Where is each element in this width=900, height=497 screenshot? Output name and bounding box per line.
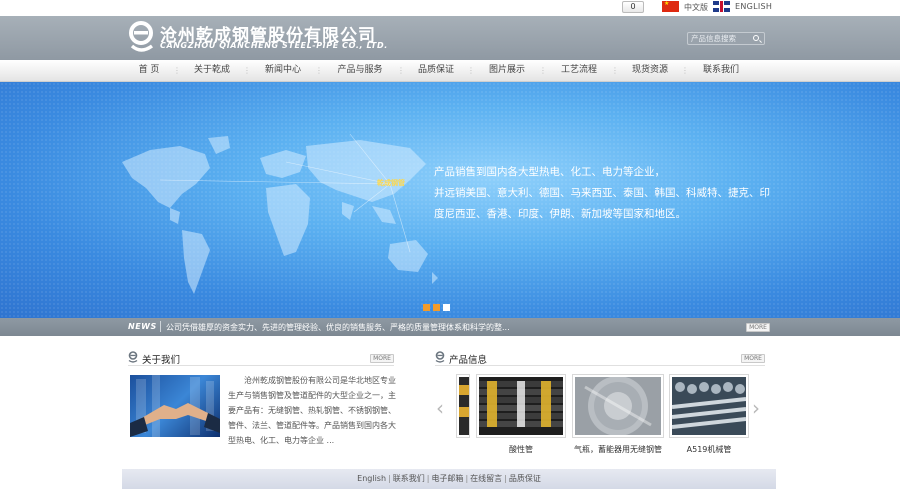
nav-separator: ⋮ bbox=[173, 66, 181, 75]
nav-separator: ⋮ bbox=[681, 66, 689, 75]
section-logo-icon bbox=[128, 351, 138, 363]
nav-item-quality[interactable]: 品质保证 bbox=[405, 60, 467, 82]
news-more-button[interactable]: MORE bbox=[746, 323, 770, 332]
nav-separator: ⋮ bbox=[315, 66, 323, 75]
news-ticker: NEWS 公司凭借雄厚的资金实力、先进的管理经验、优良的销售服务、严格的质量管理… bbox=[0, 318, 900, 336]
carousel-next-icon[interactable]: › bbox=[752, 396, 760, 420]
nav-separator: ⋮ bbox=[243, 66, 251, 75]
nav-separator: ⋮ bbox=[397, 66, 405, 75]
footer-link-english[interactable]: English bbox=[357, 474, 386, 483]
footer-link-quality[interactable]: 品质保证 bbox=[509, 474, 541, 483]
product-caption-acid-pipe[interactable]: 酸性管 bbox=[476, 444, 566, 455]
search-icon[interactable] bbox=[753, 35, 759, 41]
section-logo-icon bbox=[435, 351, 445, 363]
footer-link-message[interactable]: 在线留言 bbox=[470, 474, 502, 483]
banner-text: 产品销售到国内各大型热电、化工、电力等企业， 并远销美国、意大利、德国、马来西亚… bbox=[434, 162, 779, 225]
slider-dot-2[interactable] bbox=[433, 304, 440, 311]
products-section-title: 产品信息 bbox=[449, 355, 488, 366]
nav-item-about[interactable]: 关于乾成 bbox=[181, 60, 243, 82]
map-location-label: 乾成钢管 bbox=[377, 179, 405, 187]
banner-line-1: 产品销售到国内各大型热电、化工、电力等企业， bbox=[434, 166, 665, 178]
nav-item-gallery[interactable]: 图片展示 bbox=[475, 60, 539, 82]
nav-item-news[interactable]: 新闻中心 bbox=[251, 60, 315, 82]
nav-item-contact[interactable]: 联系我们 bbox=[689, 60, 753, 82]
nav-item-process[interactable]: 工艺流程 bbox=[547, 60, 611, 82]
product-caption-cylinder-pipe[interactable]: 气瓶，蓄能器用无缝钢管 bbox=[566, 444, 670, 455]
nav-item-products[interactable]: 产品与服务 bbox=[323, 60, 397, 82]
product-caption-a519-tube[interactable]: A519机械管 bbox=[669, 444, 749, 455]
product-thumb-acid-pipe[interactable] bbox=[476, 374, 566, 438]
company-logo-icon bbox=[129, 21, 154, 52]
world-map-graphic bbox=[122, 133, 438, 294]
site-header: 沧州乾成钢管股份有限公司 CANGZHOU QIANCHENG STEEL-PI… bbox=[0, 16, 900, 60]
products-more-button[interactable]: MORE bbox=[741, 354, 765, 363]
news-headline-link[interactable]: 公司凭借雄厚的资金实力、先进的管理经验、优良的销售服务、严格的质量管理体系和科学… bbox=[166, 322, 510, 333]
visitor-counter: 0 bbox=[622, 1, 644, 13]
about-more-button[interactable]: MORE bbox=[370, 354, 394, 363]
top-utility-bar: 0 中文版 ENGLISH bbox=[0, 0, 900, 16]
company-name-en: CANGZHOU QIANCHENG STEEL-PIPE CO., LTD. bbox=[160, 41, 388, 50]
footer-link-contact[interactable]: 联系我们 bbox=[393, 474, 425, 483]
about-summary: 沧州乾成钢管股份有限公司是华北地区专业生产与销售钢管及管道配件的大型企业之一，主… bbox=[228, 376, 396, 445]
product-thumb-partial[interactable] bbox=[456, 374, 470, 438]
nav-separator: ⋮ bbox=[539, 66, 547, 75]
china-flag-icon[interactable] bbox=[662, 0, 679, 12]
product-thumb-a519-tube[interactable] bbox=[669, 374, 749, 438]
english-version-link[interactable]: ENGLISH bbox=[735, 2, 772, 11]
slider-dot-3[interactable] bbox=[443, 304, 450, 311]
news-label: NEWS bbox=[128, 322, 157, 331]
about-divider bbox=[128, 365, 394, 366]
nav-item-stock[interactable]: 现货资源 bbox=[619, 60, 681, 82]
nav-item-home[interactable]: 首 页 bbox=[125, 60, 173, 82]
hero-banner[interactable]: 乾成钢管 产品销售到国内各大型热电、化工、电力等企业， 并远销美国、意大利、德国… bbox=[0, 82, 900, 318]
handshake-photo bbox=[130, 375, 220, 437]
footer-link-email[interactable]: 电子邮箱 bbox=[431, 474, 463, 483]
about-section-title: 关于我们 bbox=[142, 355, 181, 366]
banner-line-2: 并远销美国、意大利、德国、马来西亚、泰国、韩国、科威特、捷克、印度尼西亚、香港、… bbox=[434, 187, 770, 220]
footer-links: English | 联系我们 | 电子邮箱 | 在线留言 | 品质保证 bbox=[122, 469, 776, 489]
chinese-version-link[interactable]: 中文版 bbox=[684, 2, 708, 13]
slider-dots bbox=[423, 304, 450, 311]
nav-separator: ⋮ bbox=[611, 66, 619, 75]
search-box bbox=[687, 32, 765, 45]
products-divider bbox=[435, 365, 765, 366]
news-divider bbox=[160, 321, 161, 332]
slider-dot-1[interactable] bbox=[423, 304, 430, 311]
product-thumb-cylinder-pipe[interactable] bbox=[572, 374, 664, 438]
main-nav: 首 页 ⋮ 关于乾成 ⋮ 新闻中心 ⋮ 产品与服务 ⋮ 品质保证 ⋮ 图片展示 … bbox=[0, 60, 900, 82]
search-input[interactable] bbox=[691, 33, 751, 44]
uk-flag-icon[interactable] bbox=[713, 1, 730, 12]
carousel-prev-icon[interactable]: ‹ bbox=[436, 396, 444, 420]
nav-separator: ⋮ bbox=[467, 66, 475, 75]
